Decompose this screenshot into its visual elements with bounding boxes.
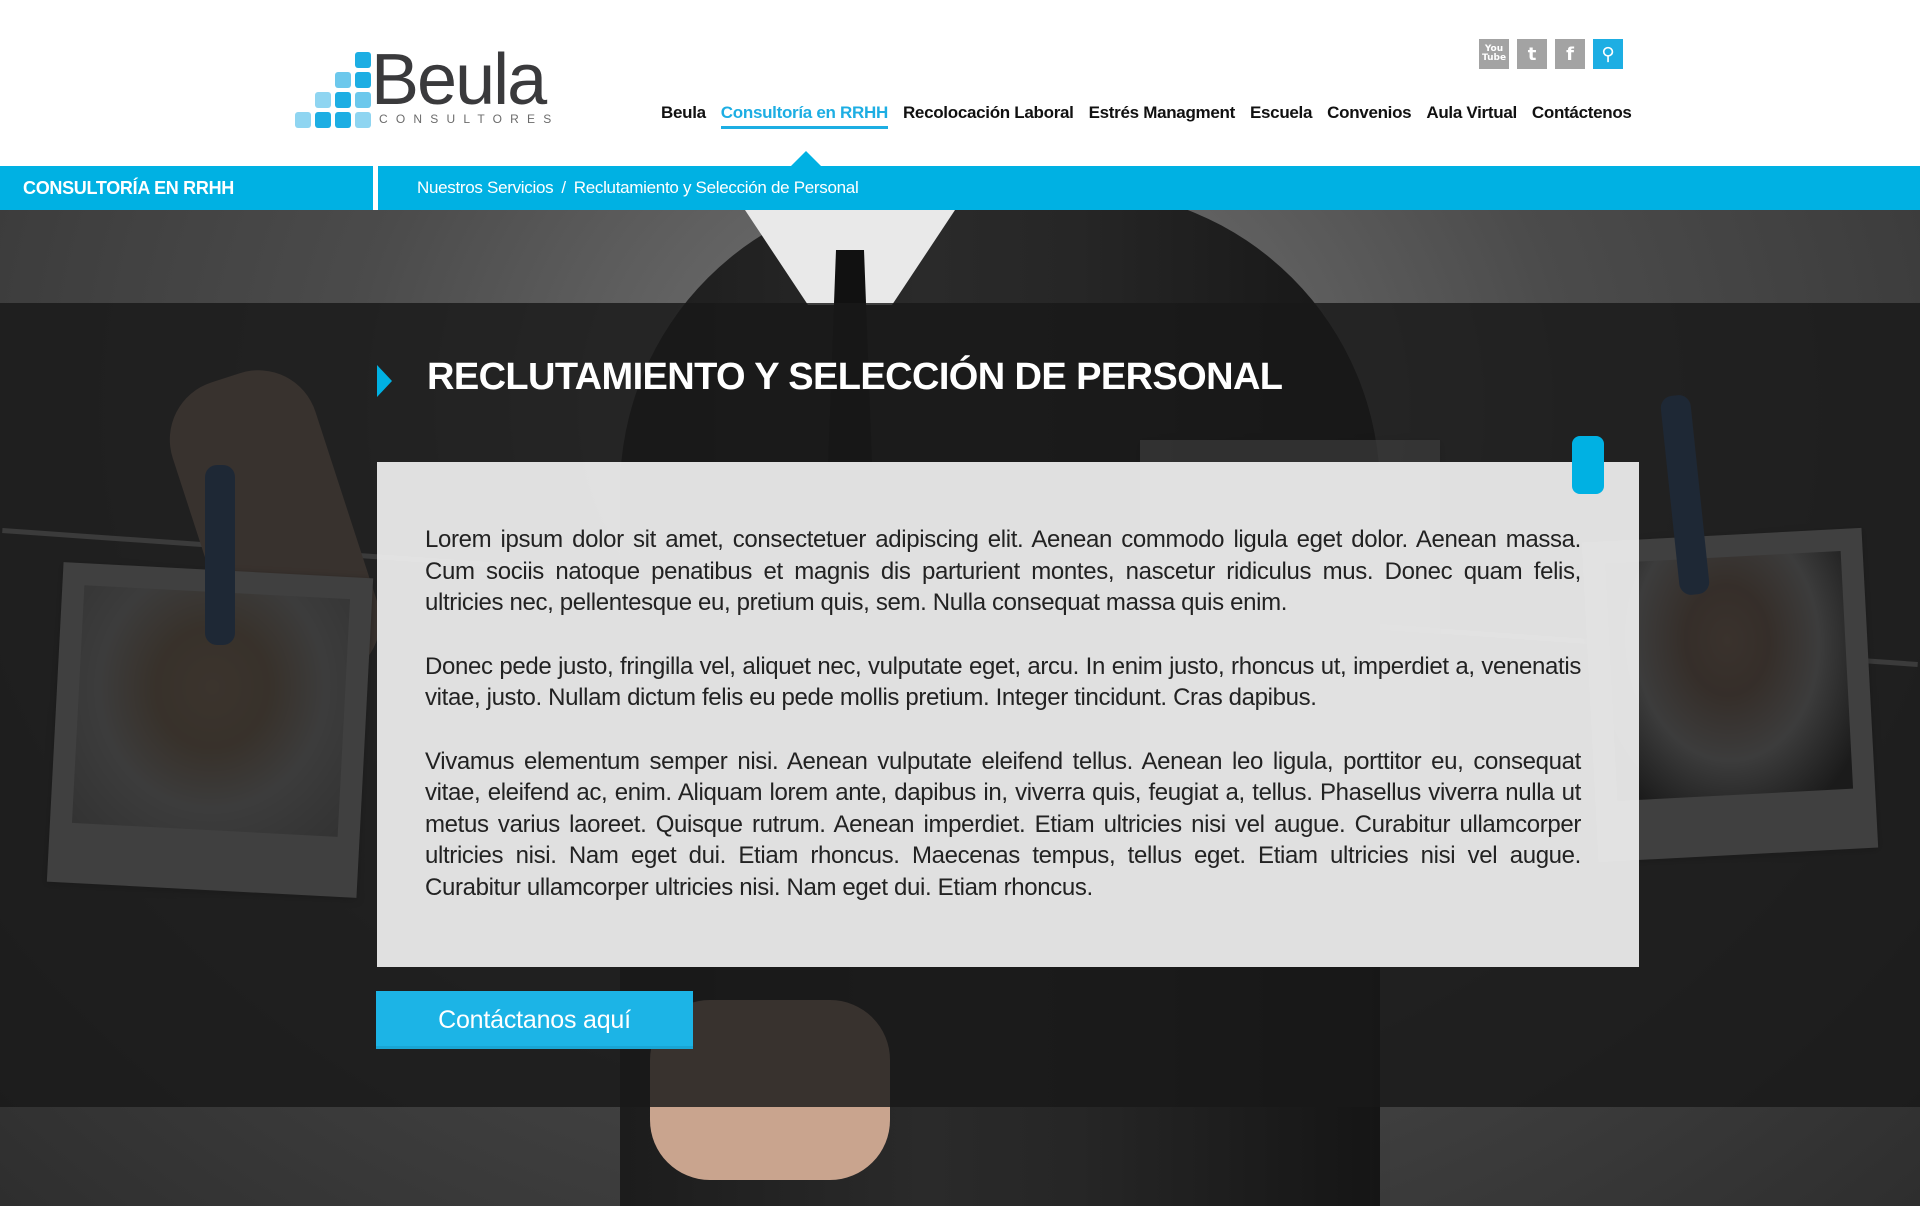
- brand-name: Beula: [371, 40, 547, 120]
- page-title: RECLUTAMIENTO Y SELECCIÓN DE PERSONAL: [427, 356, 1283, 398]
- nav-item-convenios[interactable]: Convenios: [1327, 103, 1412, 129]
- content-text: Lorem ipsum dolor sit amet, consectetuer…: [425, 524, 1581, 935]
- facebook-icon[interactable]: f: [1555, 39, 1585, 69]
- nav-item-recolocacion[interactable]: Recolocación Laboral: [903, 103, 1074, 129]
- breadcrumb: Nuestros Servicios / Reclutamiento y Sel…: [417, 166, 859, 210]
- breadcrumb-current: Reclutamiento y Selección de Personal: [573, 178, 859, 197]
- logo[interactable]: Beula CONSULTORES: [295, 44, 560, 130]
- nav-active-pointer: [790, 151, 822, 167]
- nav-item-escuela[interactable]: Escuela: [1250, 103, 1312, 129]
- facebook-label: f: [1566, 43, 1574, 65]
- site-header: Beula CONSULTORES You Tube t f ⚲ Beula C…: [0, 0, 1920, 167]
- bar-divider: [373, 166, 378, 210]
- section-bar: CONSULTORÍA EN RRHH Nuestros Servicios /…: [0, 166, 1920, 210]
- nav-item-contactenos[interactable]: Contáctenos: [1532, 103, 1632, 129]
- nav-item-estres[interactable]: Estrés Managment: [1089, 103, 1236, 129]
- search-icon[interactable]: ⚲: [1593, 39, 1623, 69]
- section-title: CONSULTORÍA EN RRHH: [23, 178, 234, 198]
- nav-item-consultoria[interactable]: Consultoría en RRHH: [720, 103, 888, 129]
- brand-tagline: CONSULTORES: [379, 112, 560, 126]
- social-links: You Tube t f ⚲: [1479, 39, 1623, 69]
- youtube-icon[interactable]: You Tube: [1479, 39, 1509, 69]
- twitter-label: t: [1527, 43, 1537, 65]
- search-glyph: ⚲: [1601, 43, 1615, 65]
- youtube-label: You Tube: [1481, 44, 1507, 63]
- twitter-icon[interactable]: t: [1517, 39, 1547, 69]
- breadcrumb-separator: /: [561, 178, 566, 197]
- nav-item-beula[interactable]: Beula: [661, 103, 706, 129]
- paragraph: Donec pede justo, fringilla vel, aliquet…: [425, 652, 1581, 712]
- logo-squares-icon: [295, 52, 371, 128]
- title-arrow-icon: [377, 365, 392, 397]
- paragraph: Lorem ipsum dolor sit amet, consectetuer…: [425, 526, 1581, 616]
- main-nav: Beula Consultoría en RRHH Recolocación L…: [661, 103, 1632, 129]
- paragraph: Vivamus elementum semper nisi. Aenean vu…: [425, 747, 1581, 901]
- contact-cta-button[interactable]: Contáctanos aquí: [376, 991, 693, 1049]
- content-box: Lorem ipsum dolor sit amet, consectetuer…: [377, 462, 1639, 967]
- nav-item-aula-virtual[interactable]: Aula Virtual: [1426, 103, 1517, 129]
- breadcrumb-services[interactable]: Nuestros Servicios: [417, 166, 554, 210]
- content-tab-marker: [1572, 436, 1604, 494]
